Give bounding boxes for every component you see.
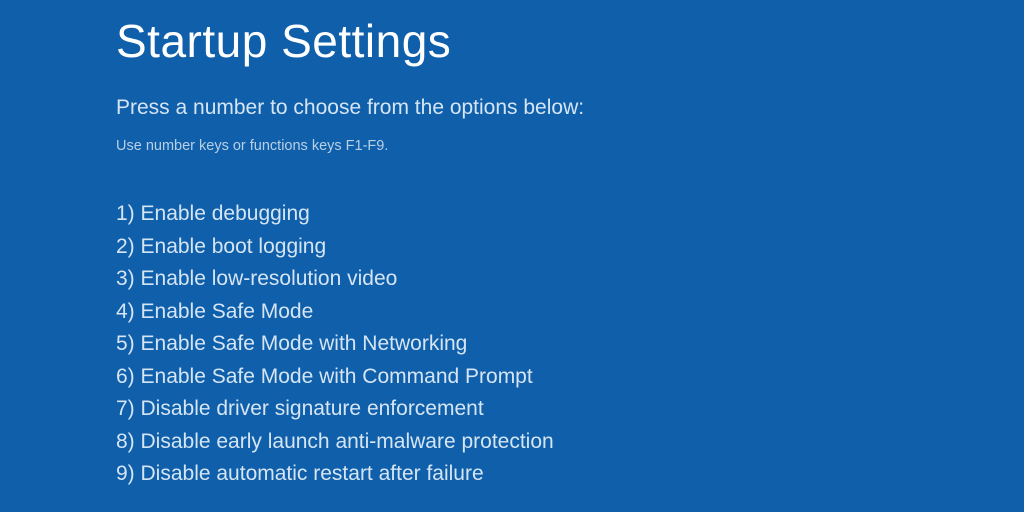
option-enable-safe-mode-command-prompt[interactable]: 6) Enable Safe Mode with Command Prompt: [116, 361, 1024, 394]
page-title: Startup Settings: [116, 14, 1024, 68]
option-enable-debugging[interactable]: 1) Enable debugging: [116, 198, 1024, 231]
startup-options-list: 1) Enable debugging 2) Enable boot loggi…: [116, 198, 1024, 491]
option-enable-safe-mode[interactable]: 4) Enable Safe Mode: [116, 296, 1024, 329]
option-disable-driver-signature-enforcement[interactable]: 7) Disable driver signature enforcement: [116, 393, 1024, 426]
option-enable-boot-logging[interactable]: 2) Enable boot logging: [116, 231, 1024, 264]
hint-text: Use number keys or functions keys F1-F9.: [116, 138, 1024, 154]
option-disable-early-launch-anti-malware[interactable]: 8) Disable early launch anti-malware pro…: [116, 426, 1024, 459]
option-disable-automatic-restart[interactable]: 9) Disable automatic restart after failu…: [116, 458, 1024, 491]
option-enable-low-resolution-video[interactable]: 3) Enable low-resolution video: [116, 263, 1024, 296]
instruction-text: Press a number to choose from the option…: [116, 96, 1024, 120]
option-enable-safe-mode-networking[interactable]: 5) Enable Safe Mode with Networking: [116, 328, 1024, 361]
